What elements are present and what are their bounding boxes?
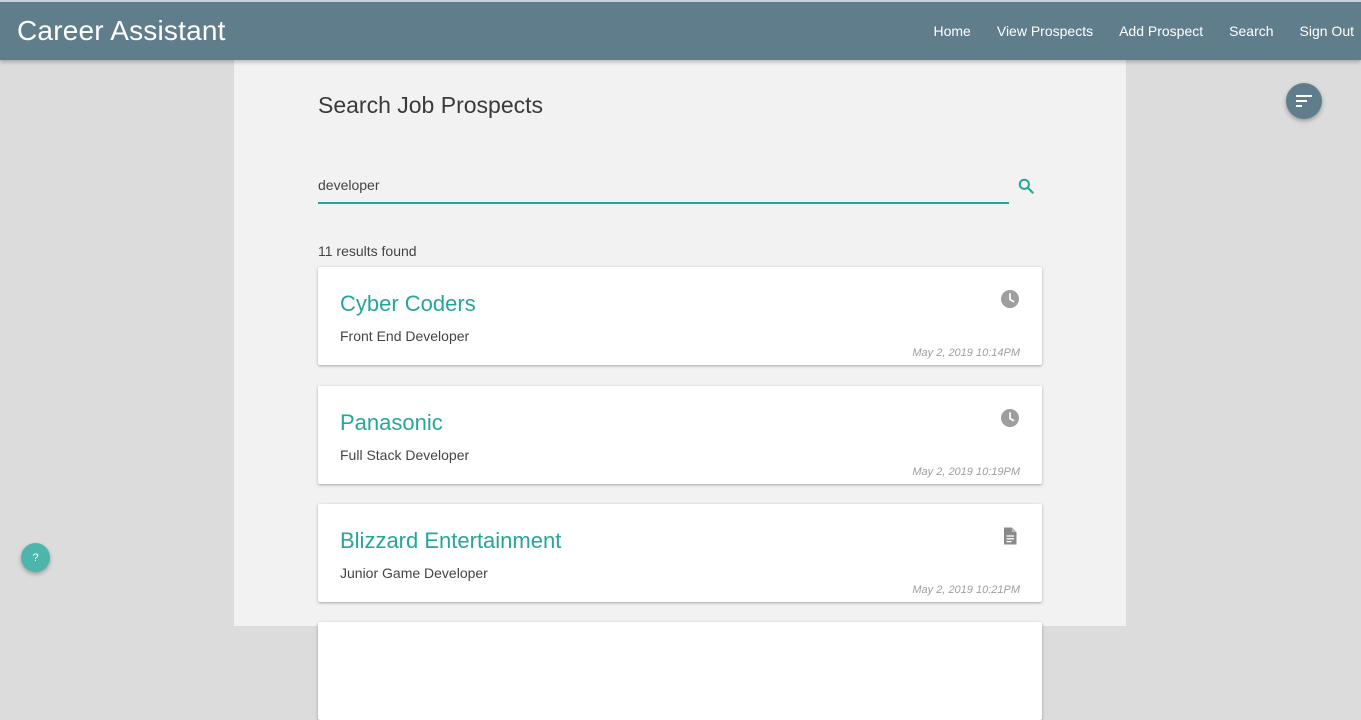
- nav-link-search[interactable]: Search: [1229, 23, 1273, 39]
- document-icon: [1000, 526, 1020, 546]
- prospect-company[interactable]: Panasonic: [340, 410, 443, 436]
- search-icon[interactable]: [1016, 176, 1036, 196]
- prospect-company[interactable]: Blizzard Entertainment: [340, 528, 561, 554]
- page-title: Search Job Prospects: [318, 92, 544, 118]
- prospect-card[interactable]: Blizzard Entertainment Junior Game Devel…: [318, 504, 1042, 602]
- sort-icon: [1296, 95, 1312, 107]
- nav-link-home[interactable]: Home: [934, 23, 971, 39]
- clock-icon: [1000, 289, 1020, 309]
- nav-link-add-prospect[interactable]: Add Prospect: [1119, 23, 1203, 39]
- brand-title[interactable]: Career Assistant: [17, 15, 226, 47]
- nav-links: Home View Prospects Add Prospect Search …: [908, 2, 1355, 60]
- nav-link-sign-out[interactable]: Sign Out: [1300, 23, 1354, 39]
- prospect-date: May 2, 2019 10:21PM: [912, 584, 1020, 596]
- prospect-role: Full Stack Developer: [340, 447, 470, 463]
- prospect-card[interactable]: Panasonic Full Stack Developer May 2, 20…: [318, 386, 1042, 484]
- search-input[interactable]: [318, 170, 1009, 200]
- help-button[interactable]: ?: [21, 543, 50, 572]
- main-content: Search Job Prospects 11 results found Cy…: [234, 60, 1126, 720]
- prospect-role: Junior Game Developer: [340, 565, 488, 581]
- nav-link-view-prospects[interactable]: View Prospects: [997, 23, 1093, 39]
- prospect-card[interactable]: [318, 622, 1042, 720]
- prospect-role: Front End Developer: [340, 328, 470, 344]
- navbar: Career Assistant Home View Prospects Add…: [0, 0, 1361, 60]
- sort-button[interactable]: [1286, 83, 1322, 119]
- search-field: [318, 170, 1009, 204]
- results-count: 11 results found: [318, 243, 417, 259]
- prospect-date: May 2, 2019 10:19PM: [912, 466, 1020, 478]
- prospect-date: May 2, 2019 10:14PM: [912, 347, 1020, 359]
- prospect-company[interactable]: Cyber Coders: [340, 291, 476, 317]
- prospect-card[interactable]: Cyber Coders Front End Developer May 2, …: [318, 267, 1042, 365]
- clock-icon: [1000, 408, 1020, 428]
